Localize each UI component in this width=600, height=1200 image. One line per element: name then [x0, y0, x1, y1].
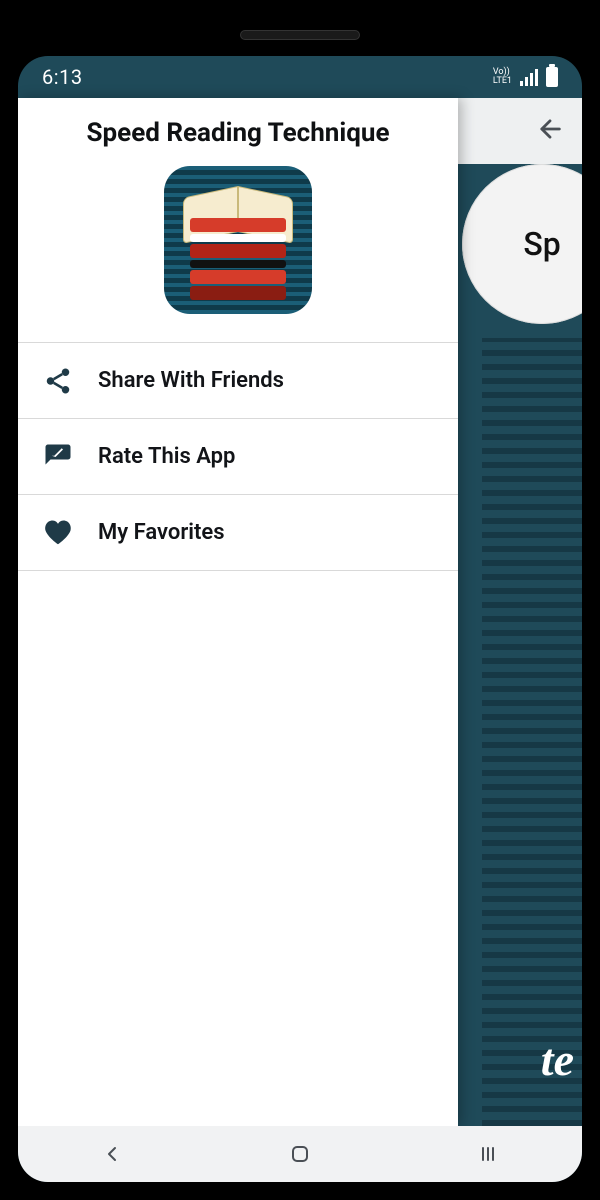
- menu-item-label: Rate This App: [98, 444, 235, 469]
- title-card-partial: Sp: [462, 164, 582, 324]
- signal-icon: [520, 68, 538, 86]
- share-icon: [40, 366, 76, 396]
- background-texture: [482, 338, 582, 1126]
- nav-home-button[interactable]: [260, 1142, 340, 1166]
- status-bar: 6:13 Vo)) LTE1: [18, 56, 582, 98]
- device-frame: 6:13 Vo)) LTE1 Sp te Speed Reading: [0, 0, 600, 1200]
- app-icon: [164, 166, 312, 314]
- menu-item-share[interactable]: Share With Friends: [18, 343, 458, 419]
- status-time: 6:13: [42, 65, 83, 89]
- battery-icon: [546, 67, 558, 87]
- app-title: Speed Reading Technique: [34, 118, 442, 148]
- device-speaker: [240, 30, 360, 40]
- lte-indicator: Vo)) LTE1: [493, 68, 512, 86]
- rate-icon: [40, 442, 76, 472]
- menu-item-label: My Favorites: [98, 520, 225, 545]
- menu-item-rate[interactable]: Rate This App: [18, 419, 458, 495]
- footer-script-text: te: [541, 1033, 574, 1086]
- screen: 6:13 Vo)) LTE1 Sp te Speed Reading: [18, 56, 582, 1182]
- navigation-drawer: Speed Reading Technique Share: [18, 98, 458, 1126]
- drawer-header: Speed Reading Technique: [18, 98, 458, 342]
- title-partial-text: Sp: [523, 225, 560, 263]
- menu-item-favorites[interactable]: My Favorites: [18, 495, 458, 571]
- nav-back-button[interactable]: [72, 1142, 152, 1166]
- menu-item-label: Share With Friends: [98, 368, 284, 393]
- heart-icon: [40, 518, 76, 548]
- back-icon[interactable]: [536, 115, 564, 147]
- system-nav-bar: [18, 1126, 582, 1182]
- drawer-menu: Share With Friends Rate This App My Favo…: [18, 342, 458, 571]
- nav-recents-button[interactable]: [448, 1142, 528, 1166]
- status-indicators: Vo)) LTE1: [493, 67, 558, 87]
